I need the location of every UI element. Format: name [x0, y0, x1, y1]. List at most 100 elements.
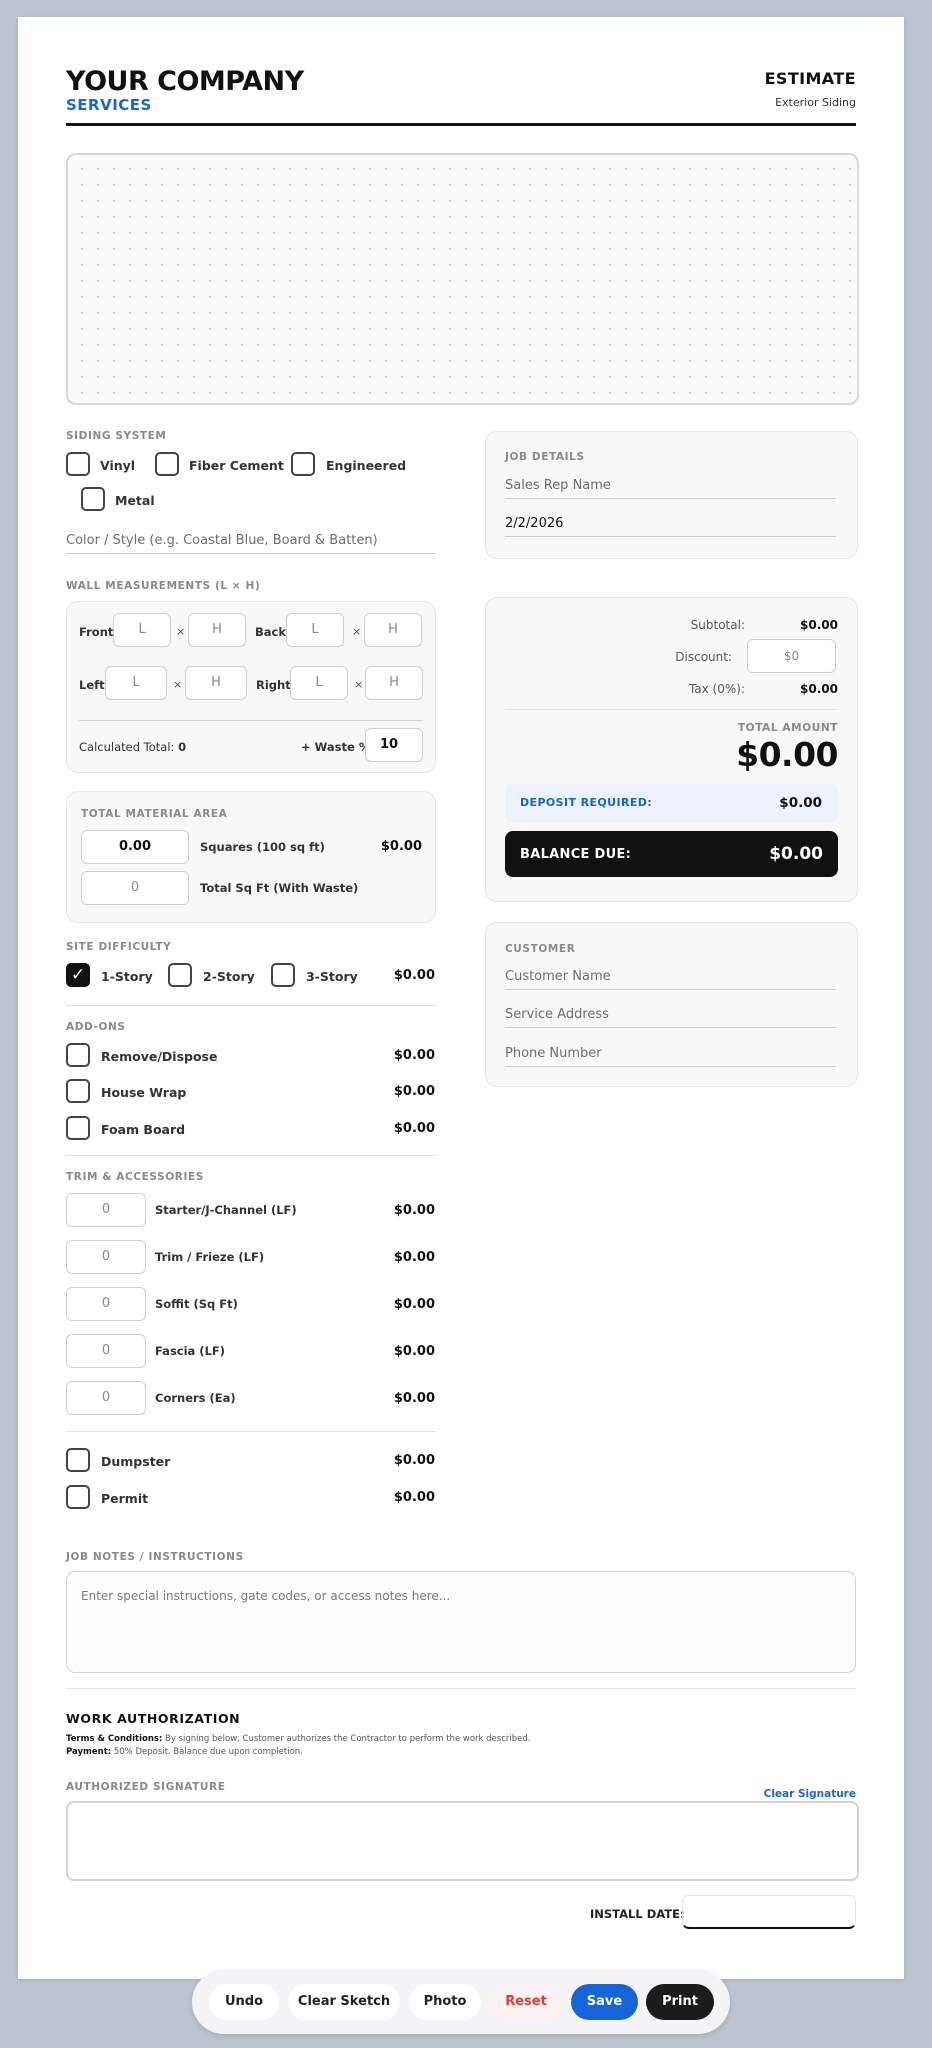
subtotal-label: Subtotal:	[690, 618, 745, 632]
customer-label: CUSTOMER	[505, 943, 576, 955]
vinyl-checkbox[interactable]	[66, 452, 90, 476]
work-authorization-title: WORK AUTHORIZATION	[66, 1711, 241, 1726]
right-label: Right	[256, 678, 291, 692]
back-length-input[interactable]: L	[286, 613, 344, 647]
vinyl-label: Vinyl	[100, 458, 136, 473]
house-wrap-price: $0.00	[393, 1084, 435, 1099]
trim-frieze-label: Trim / Frieze (LF)	[155, 1250, 265, 1264]
remove-dispose-checkbox[interactable]	[66, 1043, 90, 1067]
company-subtitle: SERVICES	[66, 96, 152, 114]
phone-number-input[interactable]: Phone Number	[505, 1046, 836, 1067]
print-button[interactable]: Print	[646, 1984, 714, 2020]
starter-qty-input[interactable]: 0	[66, 1193, 146, 1227]
soffit-qty-input[interactable]: 0	[66, 1287, 146, 1321]
service-address-input[interactable]: Service Address	[505, 1007, 836, 1028]
front-height-input[interactable]: H	[188, 613, 246, 647]
left-height-input[interactable]: H	[185, 666, 247, 700]
three-story-checkbox[interactable]	[271, 963, 295, 987]
one-story-checkbox[interactable]: ✓	[66, 963, 90, 987]
sales-rep-input[interactable]: Sales Rep Name	[505, 478, 836, 499]
dumpster-price: $0.00	[393, 1453, 435, 1468]
one-story-label: 1-Story	[101, 969, 153, 984]
permit-label: Permit	[101, 1491, 149, 1506]
waste-label: + Waste %:	[301, 740, 375, 754]
sketch-canvas[interactable]	[66, 153, 859, 405]
site-difficulty-label: SITE DIFFICULTY	[66, 941, 172, 953]
left-length-input[interactable]: L	[105, 666, 167, 700]
foam-board-label: Foam Board	[101, 1122, 186, 1137]
fiber-cement-label: Fiber Cement	[189, 458, 284, 473]
dumpster-label: Dumpster	[101, 1454, 171, 1469]
waste-percent-input[interactable]: 10	[365, 728, 423, 762]
job-notes-label: JOB NOTES / INSTRUCTIONS	[66, 1551, 244, 1563]
wall-measurements-label: WALL MEASUREMENTS (L × H)	[66, 580, 261, 592]
payment-text: 50% Deposit. Balance due upon completion…	[113, 1747, 303, 1757]
balance-due-label: BALANCE DUE:	[520, 847, 632, 862]
back-height-input[interactable]: H	[364, 613, 422, 647]
two-story-checkbox[interactable]	[168, 963, 192, 987]
calculated-total: Calculated Total: 0	[79, 740, 186, 754]
right-height-input[interactable]: H	[365, 666, 423, 700]
save-button[interactable]: Save	[571, 1984, 638, 2020]
right-length-input[interactable]: L	[290, 666, 348, 700]
fascia-qty-input[interactable]: 0	[66, 1334, 146, 1368]
squares-label: Squares (100 sq ft)	[200, 840, 325, 854]
times-sign: ×	[352, 625, 362, 638]
company-name: YOUR COMPANY	[66, 66, 304, 97]
balance-due-value: $0.00	[769, 844, 823, 864]
times-sign: ×	[173, 678, 183, 691]
add-ons-label: ADD-ONS	[66, 1021, 126, 1033]
fascia-label: Fascia (LF)	[155, 1344, 226, 1358]
corners-qty-input[interactable]: 0	[66, 1381, 146, 1415]
engineered-label: Engineered	[326, 458, 407, 473]
subtotal-value: $0.00	[800, 618, 838, 632]
total-amount-value: $0.00	[736, 735, 838, 774]
terms-line: Terms & Conditions: By signing below, Cu…	[66, 1734, 530, 1744]
section-divider	[66, 1431, 436, 1432]
color-style-input[interactable]: Color / Style (e.g. Coastal Blue, Board …	[66, 533, 436, 554]
total-sqft-label: Total Sq Ft (With Waste)	[200, 881, 359, 895]
remove-dispose-price: $0.00	[393, 1048, 435, 1063]
install-date-label: INSTALL DATE:	[590, 1907, 685, 1921]
foam-board-checkbox[interactable]	[66, 1116, 90, 1140]
photo-button[interactable]: Photo	[409, 1984, 481, 2020]
back-label: Back	[255, 625, 286, 639]
document-title: ESTIMATE	[764, 69, 856, 88]
fiber-cement-checkbox[interactable]	[155, 452, 179, 476]
front-length-input[interactable]: L	[113, 613, 171, 647]
job-details-label: JOB DETAILS	[505, 451, 585, 463]
tax-value: $0.00	[800, 682, 838, 696]
house-wrap-checkbox[interactable]	[66, 1079, 90, 1103]
total-sqft-value: 0	[81, 871, 189, 905]
tax-label: Tax (0%):	[688, 682, 745, 696]
calculated-total-value: 0	[178, 740, 187, 754]
reset-button[interactable]: Reset	[490, 1984, 562, 2020]
dumpster-checkbox[interactable]	[66, 1448, 90, 1472]
job-notes-textarea[interactable]: Enter special instructions, gate codes, …	[66, 1571, 856, 1673]
discount-label: Discount:	[675, 650, 732, 664]
install-date-input[interactable]	[682, 1895, 856, 1929]
header-rule	[66, 123, 856, 126]
engineered-checkbox[interactable]	[291, 452, 315, 476]
calculated-total-label: Calculated Total:	[79, 740, 175, 754]
undo-button[interactable]: Undo	[209, 1984, 279, 2020]
metal-checkbox[interactable]	[81, 487, 105, 511]
trim-frieze-qty-input[interactable]: 0	[66, 1240, 146, 1274]
trim-frieze-price: $0.00	[393, 1250, 435, 1265]
times-sign: ×	[354, 678, 364, 691]
terms-text: By signing below, Customer authorizes th…	[165, 1734, 531, 1744]
walls-divider	[79, 720, 423, 721]
permit-price: $0.00	[393, 1490, 435, 1505]
totals-divider	[505, 709, 838, 710]
discount-input[interactable]: $0	[747, 639, 836, 673]
two-story-label: 2-Story	[203, 969, 255, 984]
job-date-input[interactable]: 2/2/2026	[505, 516, 836, 537]
signature-pad[interactable]	[66, 1801, 859, 1881]
section-divider	[66, 1155, 436, 1156]
three-story-label: 3-Story	[306, 969, 358, 984]
permit-checkbox[interactable]	[66, 1485, 90, 1509]
clear-sketch-button[interactable]: Clear Sketch	[288, 1984, 400, 2020]
squares-value: 0.00	[81, 830, 189, 864]
customer-name-input[interactable]: Customer Name	[505, 969, 836, 990]
clear-signature-link[interactable]: Clear Signature	[678, 1788, 856, 1800]
